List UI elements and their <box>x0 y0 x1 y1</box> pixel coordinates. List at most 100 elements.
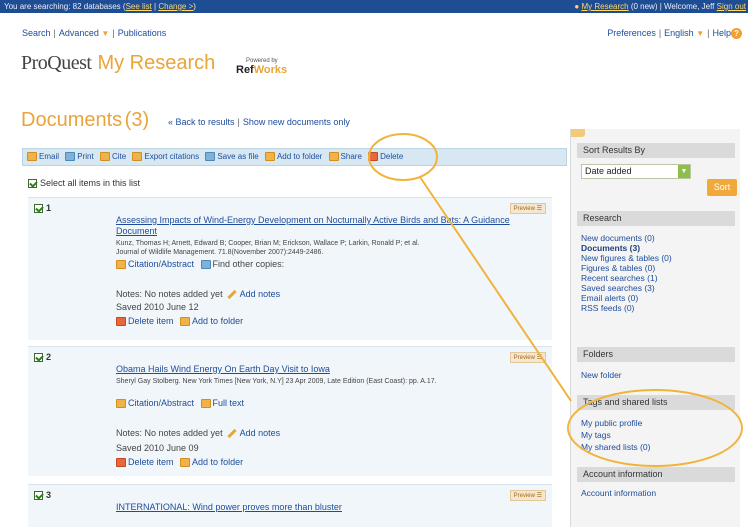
research-heading: Research <box>577 211 735 226</box>
sidebar-item-recent-searches[interactable]: Recent searches (1) <box>581 273 658 283</box>
documents-title: Documents <box>21 109 123 131</box>
record-item: 3 Preview ☰ INTERNATIONAL: Wind power pr… <box>28 484 552 527</box>
pencil-icon <box>226 429 237 439</box>
preview-button[interactable]: Preview ☰ <box>509 203 546 214</box>
my-research-link[interactable]: My Research <box>581 2 628 11</box>
refworks-wordmark: RefWorks <box>236 64 287 76</box>
back-to-results-link[interactable]: « Back to results <box>168 117 235 127</box>
email-button[interactable]: Email <box>27 149 59 165</box>
my-research-heading: My Research <box>97 52 216 74</box>
add-folder-icon <box>180 458 191 468</box>
select-all-checkbox[interactable] <box>28 179 37 189</box>
record-checkbox[interactable] <box>34 353 43 363</box>
find-other-copies-text[interactable]: Find other copies: <box>213 259 285 269</box>
record-links: Citation/Abstract Full text <box>116 398 245 409</box>
searching-suffix: ) <box>193 2 196 11</box>
nav-advanced[interactable]: Advanced <box>59 28 99 38</box>
add-notes-link[interactable]: Add notes <box>240 428 281 438</box>
share-icon <box>328 152 339 162</box>
find-copies-icon <box>200 260 211 270</box>
print-icon <box>65 152 76 162</box>
documents-count: (3) <box>124 109 150 131</box>
record-notes: Notes: No notes added yet Add notes <box>116 428 281 439</box>
nav-language[interactable]: English <box>664 28 694 38</box>
cite-button[interactable]: Cite <box>99 149 126 165</box>
citation-abstract-link[interactable]: Citation/Abstract <box>128 398 194 408</box>
record-item-actions: Delete item Add to folder <box>116 316 243 327</box>
primary-nav: Search | Advanced ▼ | Publications <box>22 28 167 38</box>
searching-prefix: You are searching: 82 databases ( <box>4 2 126 11</box>
refworks-works: Works <box>253 64 288 76</box>
add-to-folder-button[interactable]: Add to folder <box>264 149 322 165</box>
document-links: « Back to results | Show new documents onl… <box>168 117 350 127</box>
proquest-logo: ProQuest <box>21 52 92 74</box>
full-text-icon <box>200 399 211 409</box>
save-as-file-button[interactable]: Save as file <box>205 149 259 165</box>
sidebar-collapse-tab[interactable] <box>571 129 585 137</box>
sidebar-item-figures[interactable]: Figures & tables (0) <box>581 263 655 273</box>
record-number: 3 <box>34 490 51 501</box>
save-file-icon <box>205 152 216 162</box>
user-status: ● My Research (0 new) | Welcome, Jeff Si… <box>574 0 746 13</box>
new-folder-link[interactable]: New folder <box>581 370 622 380</box>
share-button[interactable]: Share <box>328 149 362 165</box>
citation-abstract-link[interactable]: Citation/Abstract <box>128 259 194 269</box>
notes-label: Notes: No notes added yet <box>116 428 223 438</box>
dropdown-arrow-icon[interactable]: ▼ <box>101 29 109 38</box>
show-new-documents-link[interactable]: Show new documents only <box>243 117 350 127</box>
select-all-row: Select all items in this list <box>28 178 140 189</box>
record-checkbox[interactable] <box>34 204 43 214</box>
add-notes-link[interactable]: Add notes <box>240 289 281 299</box>
add-to-folder-link[interactable]: Add to folder <box>192 457 243 467</box>
change-link[interactable]: Change > <box>158 2 193 11</box>
sidebar-item-new-figures[interactable]: New figures & tables (0) <box>581 253 672 263</box>
record-title-link[interactable]: INTERNATIONAL: Wind power proves more th… <box>116 502 546 513</box>
database-status: You are searching: 82 databases (See lis… <box>4 0 196 13</box>
sort-select[interactable]: Date added ▼ <box>581 164 691 179</box>
sort-button[interactable]: Sort <box>707 179 737 196</box>
sidebar-item-my-tags[interactable]: My tags <box>581 430 611 440</box>
email-icon <box>27 152 37 162</box>
record-title-link[interactable]: Assessing Impacts of Wind-Energy Develop… <box>116 215 546 237</box>
sidebar-item-documents[interactable]: Documents (3) <box>581 243 640 253</box>
sidebar-item-rss-feeds[interactable]: RSS feeds (0) <box>581 303 634 313</box>
see-list-link[interactable]: See list <box>126 2 152 11</box>
account-information-link[interactable]: Account information <box>581 488 656 498</box>
nav-publications[interactable]: Publications <box>118 28 167 38</box>
record-item: 1 Preview ☰ Assessing Impacts of Wind-En… <box>28 197 552 340</box>
nav-preferences[interactable]: Preferences <box>607 28 656 38</box>
preview-button[interactable]: Preview ☰ <box>509 490 546 501</box>
welcome-text: (0 new) | Welcome, Jeff <box>628 2 717 11</box>
full-text-link[interactable]: Full text <box>213 398 245 408</box>
record-number: 2 <box>34 352 51 363</box>
add-folder-icon <box>180 317 191 327</box>
record-title-link[interactable]: Obama Hails Wind Energy On Earth Day Vis… <box>116 364 546 375</box>
add-to-folder-link[interactable]: Add to folder <box>192 316 243 326</box>
refworks-logo: Powered by RefWorks <box>236 58 287 76</box>
saved-date: Saved 2010 June 09 <box>116 443 199 453</box>
cite-icon <box>99 152 110 162</box>
help-icon[interactable]: ? <box>731 28 742 40</box>
delete-item-link[interactable]: Delete item <box>128 316 174 326</box>
delete-button[interactable]: Delete <box>368 149 403 165</box>
account-heading: Account information <box>577 467 735 482</box>
preview-button[interactable]: Preview ☰ <box>509 352 546 363</box>
folders-heading: Folders <box>577 347 735 362</box>
sidebar-item-saved-searches[interactable]: Saved searches (3) <box>581 283 655 293</box>
delete-item-link[interactable]: Delete item <box>128 457 174 467</box>
sidebar-item-new-documents[interactable]: New documents (0) <box>581 233 655 243</box>
notes-label: Notes: No notes added yet <box>116 289 223 299</box>
record-checkbox[interactable] <box>34 491 43 501</box>
record-authors: Sheryl Gay Stolberg. New York Times [New… <box>116 378 437 385</box>
sidebar-item-shared-lists[interactable]: My shared lists (0) <box>581 442 650 452</box>
language-dropdown-icon[interactable]: ▼ <box>696 29 704 38</box>
sidebar-item-email-alerts[interactable]: Email alerts (0) <box>581 293 638 303</box>
print-button[interactable]: Print <box>65 149 94 165</box>
export-citations-button[interactable]: Export citations <box>132 149 199 165</box>
record-item-actions: Delete item Add to folder <box>116 457 243 468</box>
sign-out-link[interactable]: Sign out <box>717 2 746 11</box>
citation-icon <box>116 399 126 409</box>
nav-help[interactable]: Help <box>712 28 731 38</box>
sidebar-item-public-profile[interactable]: My public profile <box>581 418 642 428</box>
nav-search[interactable]: Search <box>22 28 51 38</box>
